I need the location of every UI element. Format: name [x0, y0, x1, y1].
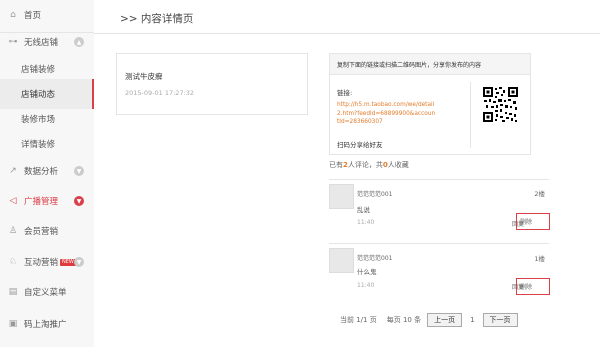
avatar: [329, 248, 354, 273]
comment-time: 11:40: [357, 282, 375, 289]
megaphone-icon: ◁: [9, 196, 17, 206]
summary-prefix: 已有: [329, 161, 343, 169]
comment-username: 范范范范001: [357, 191, 393, 198]
share-header: 复制下面的链接或扫描二维码图片，分享你发布的内容: [330, 54, 530, 75]
chevron-down-icon[interactable]: ▼: [74, 196, 84, 206]
sidebar-item-qrcode-promotion[interactable]: ▣ 码上淘推广: [0, 309, 94, 339]
share-url[interactable]: http://h5.m.taobao.com/we/detail2.htm?fe…: [337, 101, 437, 127]
content-card: 测试牛皮癣 2015-09-01 17:27:32: [116, 53, 308, 115]
sidebar-item-home[interactable]: ⌂ 首页: [0, 0, 94, 30]
main-content: >> 内容详情页 测试牛皮癣 2015-09-01 17:27:32 复制下面的…: [94, 0, 600, 347]
page-title: >> 内容详情页: [120, 13, 194, 25]
scan-label: 扫码分享给好友: [337, 141, 383, 149]
chevron-up-icon[interactable]: ▲: [74, 37, 84, 47]
share-box: 复制下面的链接或扫描二维码图片，分享你发布的内容 链接: http://h5.m…: [329, 53, 531, 155]
sidebar-item-label: 码上淘推广: [24, 320, 67, 330]
comment-item: 范范范范001 乱说 11:40 2楼 回复 删除: [329, 179, 550, 239]
summary-mid: 人评论，共: [347, 161, 383, 169]
sidebar-item-member-marketing[interactable]: ♙ 会员营销: [0, 216, 94, 246]
link-label: 链接:: [337, 89, 353, 97]
home-icon: ⌂: [10, 10, 16, 20]
header-divider: [94, 33, 600, 34]
sidebar-item-label: 互动营销: [24, 258, 59, 268]
per-page-info: 每页 10 条: [386, 316, 422, 324]
sidebar-item-wireless-shop[interactable]: ⊶ 无线店铺 ▲: [0, 27, 94, 57]
content-title: 测试牛皮癣: [125, 72, 163, 81]
sidebar-item-broadcast-management[interactable]: ◁ 广播管理 ▼: [0, 186, 94, 216]
page-number[interactable]: 1: [470, 316, 474, 324]
prev-page-button[interactable]: 上一页: [427, 313, 463, 327]
sidebar-item-label: 广播管理: [24, 197, 59, 207]
interaction-icon: ♘: [8, 257, 18, 267]
comment-time: 11:40: [357, 219, 375, 226]
qrcode-icon: ▣: [8, 319, 18, 329]
menu-icon: ▤: [8, 287, 18, 297]
sidebar-item-label: 详情装修: [21, 140, 56, 150]
comment-summary: 已有2人评论，共0人收藏: [329, 160, 409, 170]
pagination: 当前 1/1 页 每页 10 条 上一页 1 下一页: [340, 313, 518, 327]
sidebar-item-label: 无线店铺: [24, 38, 59, 48]
avatar: [329, 184, 354, 209]
member-icon: ♙: [8, 226, 18, 236]
comment-username: 范范范范001: [357, 255, 393, 262]
sidebar-item-label: 店铺动态: [21, 90, 56, 100]
chevron-down-icon[interactable]: ▼: [74, 257, 84, 267]
comment-item: 范范范范001 什么鬼 11:40 1楼 回复 删除: [329, 243, 550, 303]
summary-suffix: 人收藏: [387, 161, 409, 169]
chart-icon: ↗: [9, 166, 17, 176]
page-info: 当前 1/1 页: [340, 316, 377, 324]
sidebar-item-label: 店铺装修: [21, 65, 56, 75]
sidebar-item-label: 会员营销: [24, 227, 59, 237]
qrcode-image: [482, 86, 519, 123]
comment-text: 乱说: [357, 206, 370, 214]
content-date: 2015-09-01 17:27:32: [125, 89, 195, 97]
sidebar-item-label: 自定义菜单: [24, 288, 67, 298]
sidebar-item-detail-decoration[interactable]: 详情装修: [0, 129, 94, 159]
delete-button[interactable]: 删除: [516, 278, 550, 295]
comment-floor: 1楼: [534, 255, 545, 263]
sidebar-item-label: 首页: [24, 11, 42, 21]
sidebar-item-data-analysis[interactable]: ↗ 数据分析 ▼: [0, 156, 94, 186]
sidebar-item-interactive-marketing[interactable]: ♘ 互动营销 NEW ▼: [0, 247, 94, 277]
share-divider: [470, 82, 471, 148]
delete-button[interactable]: 删除: [516, 213, 550, 230]
chevron-down-icon[interactable]: ▼: [74, 166, 84, 176]
sidebar: ⌂ 首页 ⊶ 无线店铺 ▲ 店铺装修 店铺动态 装修市场 详情装修 ↗ 数据分析…: [0, 0, 94, 347]
sidebar-item-custom-menu[interactable]: ▤ 自定义菜单: [0, 277, 94, 307]
sidebar-item-label: 数据分析: [24, 167, 59, 177]
comment-text: 什么鬼: [357, 268, 377, 276]
sidebar-item-label: 装修市场: [21, 115, 56, 125]
wireless-icon: ⊶: [8, 37, 18, 47]
comment-floor: 2楼: [534, 190, 545, 198]
next-page-button[interactable]: 下一页: [482, 313, 518, 327]
